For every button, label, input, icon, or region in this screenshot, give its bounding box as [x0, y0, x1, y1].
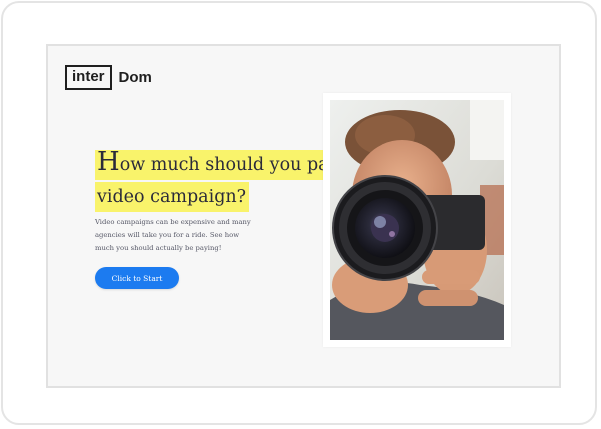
landing-page: inter Dom How much should you pay for a … [46, 44, 561, 388]
device-frame: inter Dom How much should you pay for a … [1, 1, 597, 425]
logo-boxed-text: inter [65, 65, 112, 90]
headline-line-2: video campaign? [95, 182, 250, 212]
logo-text: Dom [118, 68, 152, 86]
hero-description: Video campaigns can be expensive and man… [95, 218, 251, 252]
click-to-start-button[interactable]: Click to Start [95, 267, 179, 289]
brand-logo[interactable]: inter Dom [65, 65, 152, 90]
headline-dropcap: H [97, 147, 120, 177]
camera-photo-image [330, 100, 504, 340]
hero-image-frame [323, 93, 511, 347]
